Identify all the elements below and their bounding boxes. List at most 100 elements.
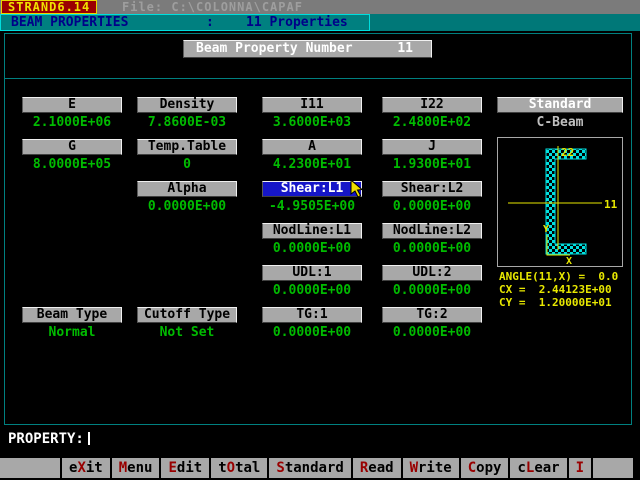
field-cutoff-type: Cutoff Type Not Set [137,307,237,340]
status-colon: : [206,15,214,30]
menu-item-standard[interactable]: Standard [269,458,350,478]
field-a: A 4.2300E+01 [262,139,362,172]
menu-item-write[interactable]: Write [403,458,459,478]
field-tg-1-value: 0.0000E+00 [262,326,362,340]
status-bar: BEAM PROPERTIES : 11 Properties [0,14,640,31]
field-beam-type-value: Normal [22,326,122,340]
field-udl-2: UDL:2 0.0000E+00 [382,265,482,298]
menu-right-edge [633,458,640,478]
field-temp-table: Temp.Table 0 [137,139,237,172]
field-density: Density 7.8600E-03 [137,97,237,130]
field-nodline-l1-value: 0.0000E+00 [262,242,362,256]
app-name-badge: STRAND6.14 [1,0,97,14]
field-g: G 8.0000E+05 [22,139,122,172]
status-title: BEAM PROPERTIES [11,15,128,30]
field-udl-1: UDL:1 0.0000E+00 [262,265,362,298]
field-e-value: 2.1000E+06 [22,116,122,130]
field-udl-1-value: 0.0000E+00 [262,284,362,298]
field-tg-2-button[interactable]: TG:2 [382,307,482,323]
menu-item-clear[interactable]: cLear [510,458,566,478]
cross-section-diagram: 22 11 Y X [497,137,623,267]
status-info: 11 Properties [246,15,348,30]
menu-item-read[interactable]: Read [353,458,401,478]
text-cursor [88,432,90,445]
field-shear-l2-value: 0.0000E+00 [382,200,482,214]
field-i22: I22 2.4800E+02 [382,97,482,130]
file-path-label: File: C:\COLONNA\CAPAF [122,0,303,14]
field-j-button[interactable]: J [382,139,482,155]
field-nodline-l2: NodLine:L2 0.0000E+00 [382,223,482,256]
field-e: E 2.1000E+06 [22,97,122,130]
frame-divider [4,78,631,79]
field-nodline-l1: NodLine:L1 0.0000E+00 [262,223,362,256]
field-cutoff-type-button[interactable]: Cutoff Type [137,307,237,323]
field-udl-1-button[interactable]: UDL:1 [262,265,362,281]
menu-item-copy[interactable]: Copy [461,458,509,478]
property-prompt[interactable]: PROPERTY: [8,431,90,447]
field-a-button[interactable]: A [262,139,362,155]
field-beam-type-button[interactable]: Beam Type [22,307,122,323]
field-i22-button[interactable]: I22 [382,97,482,113]
menu-spacer [0,458,60,478]
field-shear-l2-button[interactable]: Shear:L2 [382,181,482,197]
field-shear-l1-button[interactable]: Shear:L1 [262,181,362,197]
field-temp-table-value: 0 [137,158,237,172]
field-tg-1: TG:1 0.0000E+00 [262,307,362,340]
menu-item-menu[interactable]: Menu [112,458,160,478]
field-i11-value: 3.6000E+03 [262,116,362,130]
field-g-button[interactable]: G [22,139,122,155]
local-y-label: Y [543,224,549,235]
field-j-value: 1.9300E+01 [382,158,482,172]
local-x-label: X [566,256,572,266]
menu-item-exit[interactable]: eXit [62,458,110,478]
menu-item-i[interactable]: I [569,458,591,478]
standard-button[interactable]: Standard [497,97,623,113]
field-nodline-l2-value: 0.0000E+00 [382,242,482,256]
field-i22-value: 2.4800E+02 [382,116,482,130]
axis-11-label: 11 [604,198,618,211]
status-box: BEAM PROPERTIES : 11 Properties [0,14,370,31]
strand-app-window: STRAND6.14 File: C:\COLONNA\CAPAF BEAM P… [0,0,640,480]
field-tg-1-button[interactable]: TG:1 [262,307,362,323]
beam-property-number-value: 11 [397,41,413,56]
axis-22-label: 22 [561,146,574,159]
beam-property-number-label: Beam Property Number [196,41,353,56]
field-j: J 1.9300E+01 [382,139,482,172]
field-alpha-value: 0.0000E+00 [137,200,237,214]
field-density-button[interactable]: Density [137,97,237,113]
mouse-pointer-icon [350,180,364,202]
field-shear-l1-value: -4.9505E+00 [262,200,362,214]
field-e-button[interactable]: E [22,97,122,113]
field-a-value: 4.2300E+01 [262,158,362,172]
field-shear-l2: Shear:L2 0.0000E+00 [382,181,482,214]
field-temp-table-button[interactable]: Temp.Table [137,139,237,155]
field-density-value: 7.8600E-03 [137,116,237,130]
field-tg-2-value: 0.0000E+00 [382,326,482,340]
field-beam-type: Beam Type Normal [22,307,122,340]
c-beam-section-shape [546,149,586,254]
field-nodline-l1-button[interactable]: NodLine:L1 [262,223,362,239]
field-nodline-l2-button[interactable]: NodLine:L2 [382,223,482,239]
section-type-label: C-Beam [497,115,623,130]
bottom-menu-bar: eXit Menu Edit tOtal Standard Read Write… [0,458,640,478]
beam-property-number-header: Beam Property Number 11 [183,40,432,58]
angle-readout: ANGLE(11,X) = 0.0 [499,270,618,283]
field-i11: I11 3.6000E+03 [262,97,362,130]
title-bar: STRAND6.14 File: C:\COLONNA\CAPAF [0,0,640,14]
cx-readout: CX = 2.44123E+00 [499,283,612,296]
field-alpha: Alpha 0.0000E+00 [137,181,237,214]
field-shear-l1: Shear:L1 -4.9505E+00 [262,181,362,214]
standard-panel: Standard [497,97,623,113]
field-i11-button[interactable]: I11 [262,97,362,113]
menu-item-total[interactable]: tOtal [211,458,267,478]
field-g-value: 8.0000E+05 [22,158,122,172]
cy-readout: CY = 1.20000E+01 [499,296,612,309]
menu-item-edit[interactable]: Edit [161,458,209,478]
property-prompt-label: PROPERTY: [8,431,84,447]
field-tg-2: TG:2 0.0000E+00 [382,307,482,340]
field-cutoff-type-value: Not Set [137,326,237,340]
field-udl-2-value: 0.0000E+00 [382,284,482,298]
field-udl-2-button[interactable]: UDL:2 [382,265,482,281]
c-beam-drawing: 22 11 Y X [498,138,622,266]
field-alpha-button[interactable]: Alpha [137,181,237,197]
